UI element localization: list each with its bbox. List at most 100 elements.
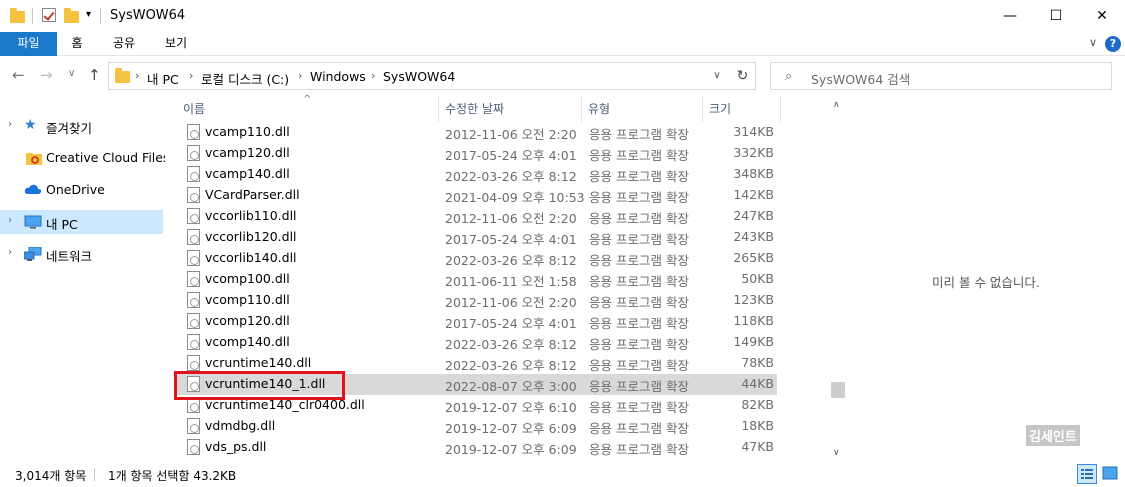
- back-arrow-icon[interactable]: ←: [12, 66, 25, 84]
- file-date-modified: 2012-11-06 오전 2:20: [445, 127, 577, 142]
- quick-access-divider: [32, 8, 33, 24]
- file-type: 응용 프로그램 확장: [589, 190, 689, 205]
- dll-file-icon: [187, 292, 200, 308]
- nav-item-this-pc[interactable]: › 내 PC: [0, 210, 163, 234]
- address-dropdown-icon[interactable]: ∨: [707, 67, 727, 85]
- breadcrumb-separator[interactable]: ›: [189, 69, 193, 82]
- file-size: 348KB: [733, 166, 774, 181]
- window-title: SysWOW64: [110, 8, 186, 23]
- onedrive-cloud-icon: [24, 183, 42, 197]
- table-row[interactable]: vccorlib120.dll 2017-05-24 오후 4:01 응용 프로그램…: [177, 227, 777, 248]
- quick-access-dropdown-icon[interactable]: ▾: [86, 9, 91, 27]
- dll-file-icon: [187, 208, 200, 224]
- expand-chevron-icon[interactable]: ›: [8, 119, 12, 130]
- network-icon: [23, 246, 42, 261]
- dll-file-icon: [187, 355, 200, 371]
- column-header-type[interactable]: 유형: [582, 96, 703, 122]
- table-row[interactable]: vcamp110.dll 2012-11-06 오전 2:20 응용 프로그램 확장…: [177, 122, 777, 143]
- ribbon-collapse-icon[interactable]: ∨: [1089, 36, 1097, 49]
- file-name: vcamp110.dll: [205, 124, 290, 139]
- table-row[interactable]: vdmdbg.dll 2019-12-07 오후 6:09 응용 프로그램 확장 18…: [177, 416, 777, 437]
- search-icon: ⌕: [785, 69, 793, 84]
- file-name: vcruntime140.dll: [205, 355, 312, 370]
- properties-check-icon[interactable]: [42, 8, 56, 22]
- file-name: vccorlib110.dll: [205, 208, 297, 223]
- close-button[interactable]: ✕: [1079, 0, 1125, 32]
- tab-file[interactable]: 파일: [0, 32, 57, 56]
- search-box[interactable]: ⌕ SysWOW64 검색: [770, 62, 1112, 90]
- file-date-modified: 2022-03-26 오후 8:12: [445, 358, 577, 373]
- table-row[interactable]: vccorlib140.dll 2022-03-26 오후 8:12 응용 프로그램…: [177, 248, 777, 269]
- nav-item-label: 내 PC: [46, 217, 78, 232]
- breadcrumb-syswow64[interactable]: SysWOW64: [383, 69, 455, 84]
- table-row[interactable]: vcamp120.dll 2017-05-24 오후 4:01 응용 프로그램 확장…: [177, 143, 777, 164]
- dll-file-icon: [187, 166, 200, 182]
- new-folder-icon[interactable]: [64, 7, 79, 25]
- watermark-label: 김세인트: [1026, 425, 1080, 446]
- creative-cloud-folder-icon: [26, 151, 42, 165]
- minimize-button[interactable]: —: [987, 0, 1033, 32]
- file-type: 응용 프로그램 확장: [589, 358, 689, 373]
- breadcrumb-separator[interactable]: ›: [298, 69, 302, 82]
- file-type: 응용 프로그램 확장: [589, 400, 689, 415]
- file-name: VCardParser.dll: [205, 187, 300, 202]
- nav-item-label: 네트워크: [46, 249, 93, 264]
- table-row[interactable]: vcomp140.dll 2022-03-26 오후 8:12 응용 프로그램 확장…: [177, 332, 777, 353]
- file-list: ^ 이름 수정한 날짜 유형 크기 vcamp110.dll 2012-11-06…: [165, 94, 785, 460]
- table-row[interactable]: vds_ps.dll 2019-12-07 오후 6:09 응용 프로그램 확장 47…: [177, 437, 777, 458]
- expand-chevron-icon[interactable]: ›: [8, 247, 12, 258]
- nav-item-favorites[interactable]: › ★ 즐겨찾기: [0, 114, 163, 138]
- large-icons-view-button[interactable]: [1101, 464, 1121, 484]
- tab-share[interactable]: 공유: [104, 32, 144, 56]
- file-size: 332KB: [733, 145, 774, 160]
- file-date-modified: 2019-12-07 오후 6:10: [445, 400, 577, 415]
- status-bar: 3,014개 항목 1개 항목 선택함 43.2KB: [0, 460, 1125, 487]
- large-icons-view-icon: [1102, 466, 1118, 480]
- dll-file-icon: [187, 229, 200, 245]
- file-size: 50KB: [741, 271, 774, 286]
- file-size: 123KB: [733, 292, 774, 307]
- dll-file-icon: [187, 334, 200, 350]
- nav-item-network[interactable]: › 네트워크: [0, 242, 163, 266]
- vertical-scrollbar[interactable]: ∧ ∨: [829, 98, 847, 462]
- table-row[interactable]: vcamp140.dll 2022-03-26 오후 8:12 응용 프로그램 확장…: [177, 164, 777, 185]
- breadcrumb-separator[interactable]: ›: [371, 69, 375, 82]
- file-date-modified: 2019-12-07 오후 6:09: [445, 421, 577, 436]
- maximize-button[interactable]: ☐: [1033, 0, 1079, 32]
- column-header-name[interactable]: 이름: [177, 96, 439, 122]
- file-type: 응용 프로그램 확장: [589, 211, 689, 226]
- nav-item-onedrive[interactable]: OneDrive: [0, 178, 163, 202]
- table-row[interactable]: vcomp100.dll 2011-06-11 오전 1:58 응용 프로그램 확장…: [177, 269, 777, 290]
- address-bar[interactable]: › 내 PC › 로컬 디스크 (C:) › Windows › SysWOW6…: [108, 62, 756, 90]
- search-input[interactable]: SysWOW64 검색: [811, 69, 910, 88]
- table-row[interactable]: vcomp120.dll 2017-05-24 오후 4:01 응용 프로그램 확장…: [177, 311, 777, 332]
- column-header-date-modified[interactable]: 수정한 날짜: [439, 96, 582, 122]
- column-header-size[interactable]: 크기: [703, 96, 781, 122]
- preview-unavailable-message: 미리 볼 수 없습니다.: [932, 275, 1040, 290]
- file-name: vcomp120.dll: [205, 313, 290, 328]
- details-view-button[interactable]: [1077, 464, 1097, 484]
- tab-view[interactable]: 보기: [156, 32, 196, 56]
- forward-arrow-icon[interactable]: →: [40, 66, 53, 84]
- nav-item-creative-cloud-files[interactable]: Creative Cloud Files: [0, 146, 170, 170]
- tab-home[interactable]: 홈: [62, 32, 92, 56]
- scrollbar-thumb[interactable]: [831, 382, 845, 398]
- file-type: 응용 프로그램 확장: [589, 379, 689, 394]
- breadcrumb-this-pc[interactable]: 내 PC: [147, 69, 179, 88]
- expand-chevron-icon[interactable]: ›: [8, 215, 12, 226]
- title-divider: [100, 8, 101, 24]
- scroll-up-icon[interactable]: ∧: [833, 100, 840, 110]
- table-row[interactable]: vcomp110.dll 2012-11-06 오전 2:20 응용 프로그램 확장…: [177, 290, 777, 311]
- breadcrumb-windows[interactable]: Windows: [310, 69, 366, 84]
- breadcrumb-local-disk[interactable]: 로컬 디스크 (C:): [201, 69, 289, 88]
- dll-file-icon: [187, 145, 200, 161]
- table-row[interactable]: vccorlib110.dll 2012-11-06 오전 2:20 응용 프로그램…: [177, 206, 777, 227]
- recent-locations-icon[interactable]: ∨: [68, 68, 75, 79]
- table-row[interactable]: VCardParser.dll 2021-04-09 오후 10:53 응용 프로그…: [177, 185, 777, 206]
- refresh-button[interactable]: ↻: [730, 62, 756, 90]
- dll-file-icon: [187, 418, 200, 434]
- up-arrow-icon[interactable]: ↑: [88, 66, 101, 84]
- scroll-down-icon[interactable]: ∨: [833, 448, 840, 458]
- file-date-modified: 2022-03-26 오후 8:12: [445, 337, 577, 352]
- help-icon[interactable]: ?: [1105, 36, 1121, 52]
